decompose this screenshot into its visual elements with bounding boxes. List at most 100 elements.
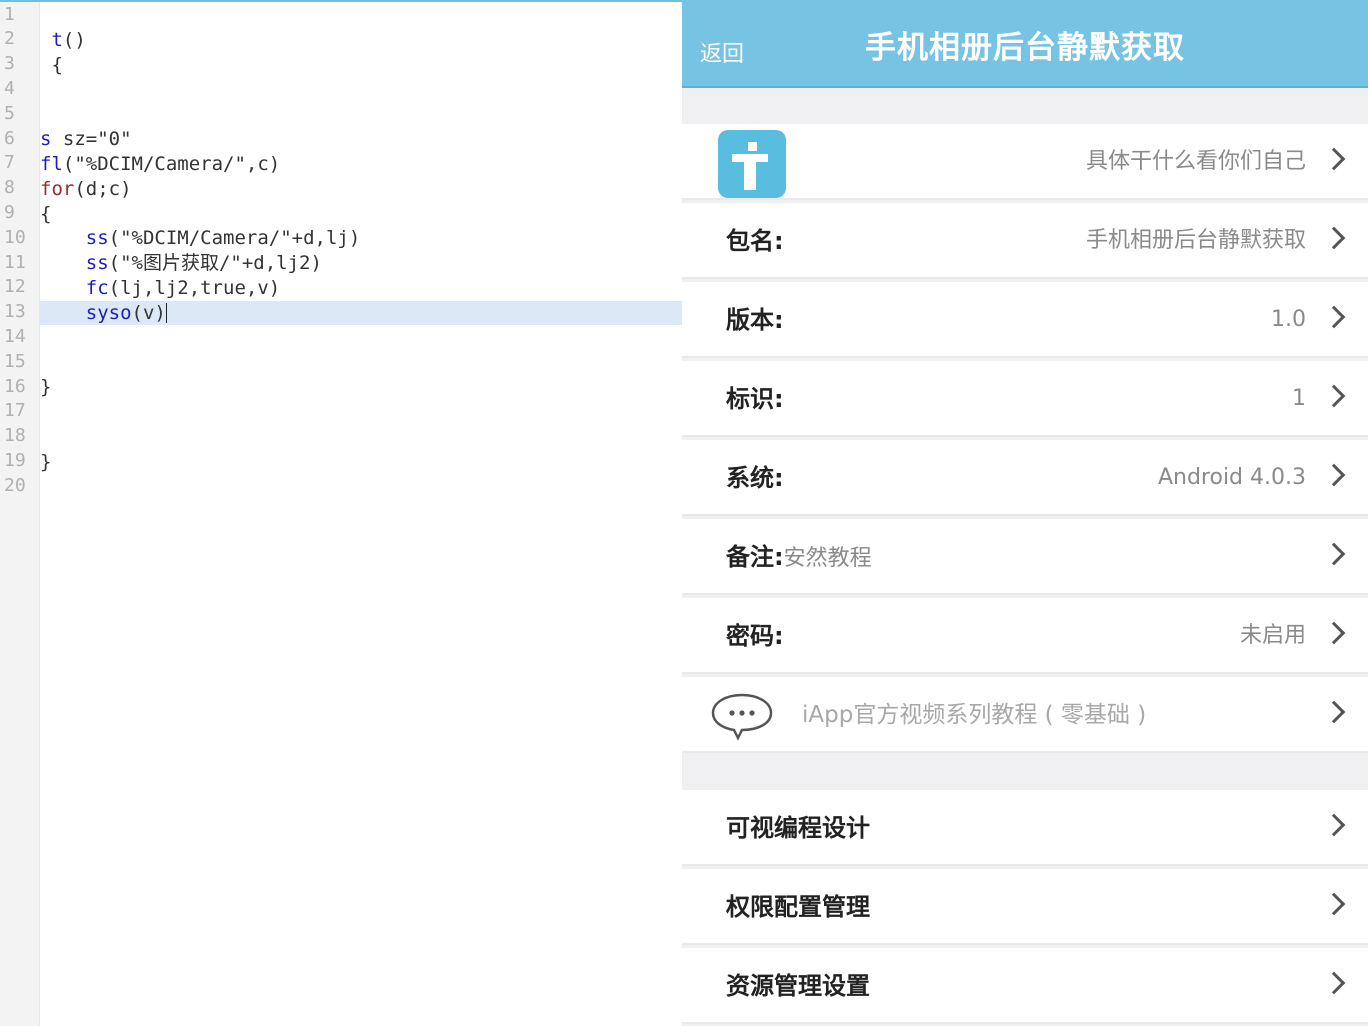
code-text: ("%DCIM/Camera/",c) bbox=[62, 152, 281, 175]
page-title: 手机相册后台静默获取 bbox=[865, 30, 1185, 66]
back-button[interactable]: 返回 bbox=[700, 36, 744, 68]
chevron-right-icon bbox=[1322, 226, 1346, 250]
keyword: s bbox=[40, 127, 52, 150]
keyword: for bbox=[40, 177, 75, 200]
identifier-value: 1 bbox=[1292, 386, 1306, 411]
code-text: ("%DCIM/Camera/"+d,lj) bbox=[108, 226, 361, 249]
line-number: 18 bbox=[4, 425, 26, 447]
project-settings-screen: 返回 手机相册后台静默获取 具体干什么看你们自己 包名: 手机相册后台静默获取 … bbox=[682, 0, 1368, 1026]
code-text: } bbox=[40, 375, 52, 398]
line-number: 16 bbox=[4, 375, 26, 397]
chevron-right-icon bbox=[1322, 542, 1346, 566]
line-number: 19 bbox=[4, 449, 26, 471]
code-line-3[interactable]: { bbox=[40, 53, 682, 78]
chat-bubble-icon bbox=[711, 693, 773, 741]
code-text: sz="0" bbox=[51, 127, 132, 150]
code-line-2[interactable]: t() bbox=[40, 28, 682, 53]
note-label: 备注:安然教程 bbox=[726, 519, 872, 597]
video-tutorial-label: iApp官方视频系列教程 ( 零基础 ) bbox=[802, 702, 1147, 728]
line-number: 17 bbox=[4, 400, 26, 422]
line-number: 3 bbox=[4, 53, 15, 75]
resource-management-row[interactable]: 资源管理设置 bbox=[682, 948, 1368, 1024]
app-info-row[interactable]: 具体干什么看你们自己 bbox=[682, 124, 1368, 200]
chevron-right-icon bbox=[1322, 971, 1346, 995]
resource-management-label: 资源管理设置 bbox=[726, 972, 870, 1000]
code-line-13-current[interactable]: syso(v) bbox=[40, 300, 682, 326]
chevron-right-icon bbox=[1322, 384, 1346, 408]
password-row[interactable]: 密码: 未启用 bbox=[682, 598, 1368, 674]
version-label: 版本: bbox=[726, 306, 784, 334]
code-text: (v) bbox=[131, 301, 166, 324]
code-editor[interactable]: 1 2 3 4 5 6 7 8 9 10 11 12 13 14 15 16 17 18 19 20 t() { s … bbox=[0, 0, 682, 1026]
permission-config-row[interactable]: 权限配置管理 bbox=[682, 869, 1368, 945]
line-number: 14 bbox=[4, 325, 26, 347]
code-line-6[interactable]: s sz="0" bbox=[40, 127, 682, 152]
line-number: 8 bbox=[4, 177, 15, 199]
keyword: fc bbox=[85, 276, 109, 299]
password-value: 未启用 bbox=[1239, 623, 1306, 648]
top-bar: 返回 手机相册后台静默获取 bbox=[682, 0, 1368, 88]
line-number: 2 bbox=[4, 28, 15, 50]
identifier-row[interactable]: 标识: 1 bbox=[682, 361, 1368, 437]
code-line-10[interactable]: ss("%DCIM/Camera/"+d,lj) bbox=[40, 226, 682, 251]
keyword: syso bbox=[85, 301, 132, 324]
package-name-value: 手机相册后台静默获取 bbox=[1085, 228, 1306, 253]
keyword: fl bbox=[40, 152, 63, 175]
chevron-right-icon bbox=[1322, 700, 1346, 724]
chevron-right-icon bbox=[1322, 892, 1346, 916]
chevron-right-icon bbox=[1322, 463, 1346, 487]
line-number: 9 bbox=[4, 201, 15, 223]
line-number: 4 bbox=[4, 77, 15, 99]
line-number: 5 bbox=[4, 102, 15, 124]
password-label: 密码: bbox=[726, 622, 784, 650]
keyword: ss bbox=[85, 226, 109, 249]
code-text: } bbox=[40, 450, 52, 473]
chevron-right-icon bbox=[1322, 305, 1346, 329]
package-name-row[interactable]: 包名: 手机相册后台静默获取 bbox=[682, 203, 1368, 279]
info-row-value: 具体干什么看你们自己 bbox=[1085, 149, 1306, 174]
system-row[interactable]: 系统: Android 4.0.3 bbox=[682, 440, 1368, 516]
code-line-16[interactable]: } bbox=[40, 375, 682, 400]
code-area[interactable]: t() { s sz="0" fl("%DCIM/Camera/",c) for… bbox=[40, 2, 682, 1026]
version-value: 1.0 bbox=[1271, 307, 1306, 332]
code-line-12[interactable]: fc(lj,lj2,true,v) bbox=[40, 276, 682, 301]
note-row[interactable]: 备注:安然教程 bbox=[682, 519, 1368, 595]
note-label-text: 备注: bbox=[726, 543, 784, 571]
identifier-label: 标识: bbox=[726, 385, 784, 413]
info-icon bbox=[718, 130, 786, 198]
line-number: 11 bbox=[4, 251, 26, 273]
system-value: Android 4.0.3 bbox=[1157, 465, 1306, 490]
note-value: 安然教程 bbox=[783, 546, 872, 571]
line-number: 7 bbox=[4, 152, 15, 174]
chevron-right-icon bbox=[1322, 813, 1346, 837]
code-text: (lj,lj2,true,v) bbox=[108, 276, 281, 299]
code-text: { bbox=[40, 53, 63, 76]
code-line-19[interactable]: } bbox=[40, 450, 682, 475]
line-number: 20 bbox=[4, 474, 26, 496]
visual-design-row[interactable]: 可视编程设计 bbox=[682, 790, 1368, 866]
code-line-7[interactable]: fl("%DCIM/Camera/",c) bbox=[40, 152, 682, 177]
line-number: 6 bbox=[4, 127, 15, 149]
code-text: ("%图片获取/"+d,lj2) bbox=[108, 251, 322, 274]
package-name-label: 包名: bbox=[726, 227, 784, 255]
line-number: 12 bbox=[4, 276, 26, 298]
code-text: () bbox=[62, 28, 86, 51]
code-line-9[interactable]: { bbox=[40, 202, 682, 227]
keyword: ss bbox=[85, 251, 109, 274]
code-line-1[interactable] bbox=[40, 3, 682, 28]
version-row[interactable]: 版本: 1.0 bbox=[682, 282, 1368, 358]
code-text: { bbox=[40, 202, 52, 225]
line-number: 15 bbox=[4, 350, 26, 372]
code-line-11[interactable]: ss("%图片获取/"+d,lj2) bbox=[40, 251, 682, 276]
line-number-gutter: 1 2 3 4 5 6 7 8 9 10 11 12 13 14 15 16 17 18 19 20 bbox=[0, 2, 40, 1026]
text-cursor bbox=[165, 303, 167, 323]
line-number: 1 bbox=[4, 3, 15, 25]
function-name: t bbox=[51, 28, 63, 51]
code-text: (d;c) bbox=[74, 177, 132, 200]
line-number: 10 bbox=[4, 226, 26, 248]
system-label: 系统: bbox=[726, 464, 784, 492]
video-tutorial-row[interactable]: iApp官方视频系列教程 ( 零基础 ) bbox=[682, 677, 1368, 753]
code-line-8[interactable]: for(d;c) bbox=[40, 177, 682, 202]
chevron-right-icon bbox=[1322, 147, 1346, 171]
line-number: 13 bbox=[4, 301, 26, 323]
